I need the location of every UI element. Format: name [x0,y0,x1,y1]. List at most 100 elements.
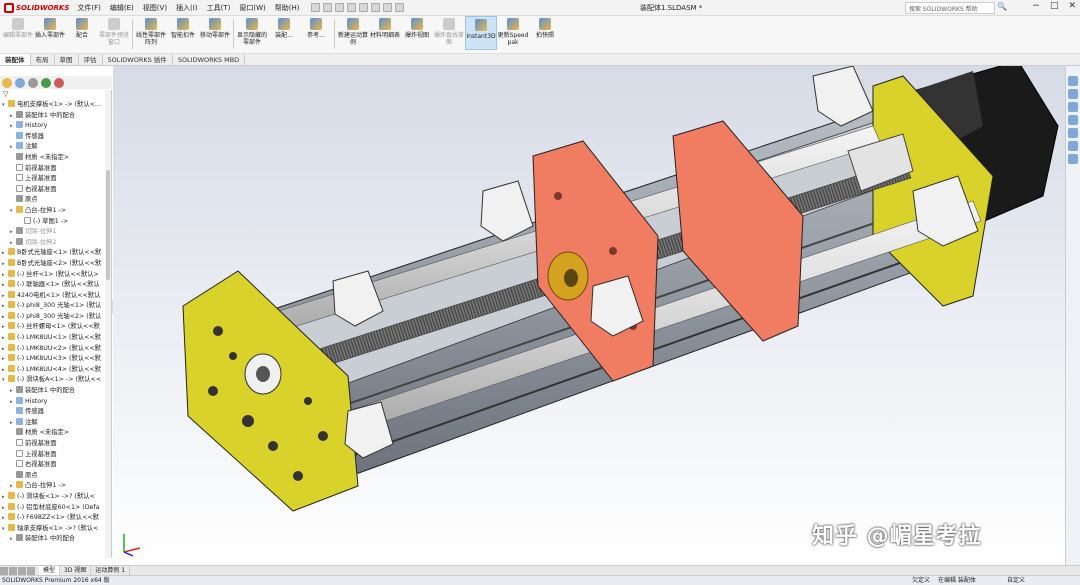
tab-motion-study[interactable]: 运动算例 1 [91,565,131,576]
tree-item[interactable]: ▾ 电机支撑板<1> -> (默认<... [0,100,111,111]
explode-line-sketch-button[interactable]: 爆炸直线草图 [433,16,465,46]
last-tab-icon[interactable] [27,566,35,575]
forum-icon[interactable] [1068,154,1078,164]
tree-item[interactable]: 传感器 [0,407,111,418]
new-icon[interactable] [311,3,321,12]
mate-button[interactable]: 配合 [66,16,98,39]
tree-item[interactable]: ▸ 切除-拉伸1 [0,227,111,238]
tree-item[interactable]: ▾ 轴承支撑板<1> ->? (默认< [0,523,111,535]
tab-mbd[interactable]: SOLIDWORKS MBD [173,54,246,65]
scrollbar-thumb[interactable] [106,170,110,280]
menu-tools[interactable]: 工具(T) [207,3,231,13]
tree-item[interactable]: ▸ 注解 [0,142,111,153]
tab-addins[interactable]: SOLIDWORKS 插件 [103,54,173,65]
tree-item[interactable]: ▾ (-) 滑块板A<1> -> (默认<< [0,375,111,386]
menu-window[interactable]: 窗口(W) [239,3,265,13]
display-manager-tab-icon[interactable] [54,77,64,88]
tree-item[interactable]: 前视基准面 [0,439,111,450]
tree-item[interactable]: (-) 草图1 -> [0,216,111,228]
next-tab-icon[interactable] [18,566,26,575]
tree-item[interactable]: ▸ (-) LMK8UU<2> (默认<<默 [0,343,111,355]
tab-3d-view[interactable]: 3D 视图 [60,565,92,576]
graphics-area[interactable] [113,66,1065,565]
update-speedpak-button[interactable]: 更新Speedpak [497,16,529,46]
tree-item[interactable]: ▸ 4240电机<1> (默认<<默认 [0,290,111,302]
new-motion-study-button[interactable]: 新建运动算例 [337,16,369,46]
tree-item[interactable]: 右视基准面 [0,460,111,471]
prev-tab-icon[interactable] [9,566,17,575]
appearances-icon[interactable] [1068,128,1078,138]
tree-item[interactable]: ▸ (-) 联轴器<1> (默认<<默认 [0,280,111,291]
feature-tree-tab-icon[interactable] [2,77,12,88]
tree-scrollbar[interactable] [105,90,111,558]
tree-item[interactable]: ▸ 装配体1 中的配合 [0,110,111,122]
design-library-icon[interactable] [1068,89,1078,99]
search-icon[interactable]: 🔍 [997,2,1009,14]
tree-item[interactable]: 材质 <未指定> [0,428,111,439]
tree-item[interactable]: ▸ (-) phi8_300 光轴<1> (默认 [0,301,111,312]
tab-assembly[interactable]: 装配体 [0,54,31,65]
select-icon[interactable] [371,3,381,12]
custom-properties-icon[interactable] [1068,141,1078,151]
tree-item[interactable]: 传感器 [0,131,111,143]
tree-item[interactable]: ▸ (-) F698ZZ<1> (默认<<默 [0,513,111,524]
tree-item[interactable]: ▸ History [0,396,111,408]
tree-item[interactable]: ▸ B卧式光轴座<1> (默认<<默 [0,248,111,259]
maximize-button[interactable]: □ [1050,1,1059,11]
solidworks-logo[interactable]: SOLIDWORKS [0,0,73,16]
menu-file[interactable]: 文件(F) [77,3,101,13]
component-preview-button[interactable]: 零部件预览窗口 [98,16,130,46]
tree-item[interactable]: ▾ 凸台-拉伸1 -> [0,205,111,217]
assembly-model[interactable] [113,66,1065,565]
tree-item[interactable]: ▸ B卧式光轴座<2> (默认<<默 [0,258,111,270]
tab-sketch[interactable]: 草图 [55,54,79,65]
tree-item[interactable]: ▸ (-) LMK8UU<3> (默认<<默 [0,354,111,365]
tree-item[interactable]: 上视基准面 [0,174,111,185]
first-tab-icon[interactable] [0,566,8,575]
insert-component-button[interactable]: 插入零部件 [34,16,66,39]
menu-edit[interactable]: 编辑(E) [110,3,134,13]
tree-item[interactable]: 原点 [0,195,111,206]
rebuild-icon[interactable] [383,3,393,12]
tree-item[interactable]: ▸ (-) 铝型材底座60<1> (Defa [0,502,111,514]
print-icon[interactable] [347,3,357,12]
smart-fastener-button[interactable]: 智能扣件 [167,16,199,39]
tree-item[interactable]: ▸ (-) LMK8UU<1> (默认<<默 [0,333,111,344]
tree-item[interactable]: ▸ (-) 滑块板<1> ->? (默认< [0,491,111,503]
tree-item[interactable]: 前视基准面 [0,163,111,175]
tab-evaluate[interactable]: 评估 [79,54,103,65]
configuration-tab-icon[interactable] [28,77,38,88]
help-search-input[interactable]: 搜索 SOLIDWORKS 帮助 [905,2,995,14]
tree-item[interactable]: ▸ 切除-拉伸2 [0,237,111,249]
resources-icon[interactable] [1068,76,1078,86]
close-button[interactable]: ✕ [1068,1,1076,11]
save-icon[interactable] [335,3,345,12]
bom-button[interactable]: 材料明细表 [369,16,401,39]
tab-model[interactable]: 模型 [39,565,61,576]
tree-item[interactable]: ▸ 装配体1 中的配合 [0,534,111,545]
options-icon[interactable] [395,3,405,12]
filter-icon[interactable]: ▽ [0,90,111,100]
file-explorer-icon[interactable] [1068,102,1078,112]
tree-item[interactable]: ▸ 凸台-拉伸1 -> [0,481,111,492]
undo-icon[interactable] [359,3,369,12]
property-manager-tab-icon[interactable] [15,77,25,88]
edit-component-button[interactable]: 编辑零部件 [2,16,34,39]
menu-view[interactable]: 视图(V) [143,3,167,13]
take-snapshot-button[interactable]: 拍快照 [529,16,561,39]
linear-pattern-button[interactable]: 线性零部件阵列 [135,16,167,46]
tree-item[interactable]: 上视基准面 [0,449,111,461]
tree-item[interactable]: 右视基准面 [0,184,111,196]
tree-item[interactable]: ▸ (-) 丝杆<1> (默认<<默认> [0,269,111,281]
units-selector[interactable]: 自定义 [1007,576,1025,585]
tree-item[interactable]: 材质 <未指定> [0,152,111,164]
tab-layout[interactable]: 布局 [31,54,55,65]
open-icon[interactable] [323,3,333,12]
assembly-features-button[interactable]: 装配... [268,16,300,39]
tree-item[interactable]: 原点 [0,470,111,482]
tree-item[interactable]: ▸ 装配体1 中的配合 [0,386,111,397]
tree-item[interactable]: ▸ (-) LMK8UU<4> (默认<<默 [0,364,111,376]
show-hidden-button[interactable]: 显示隐藏的零部件 [236,16,268,46]
tree-item[interactable]: ▸ 注解 [0,417,111,429]
tree-item[interactable]: ▸ (-) 丝杆螺母<1> (默认<<默 [0,322,111,333]
